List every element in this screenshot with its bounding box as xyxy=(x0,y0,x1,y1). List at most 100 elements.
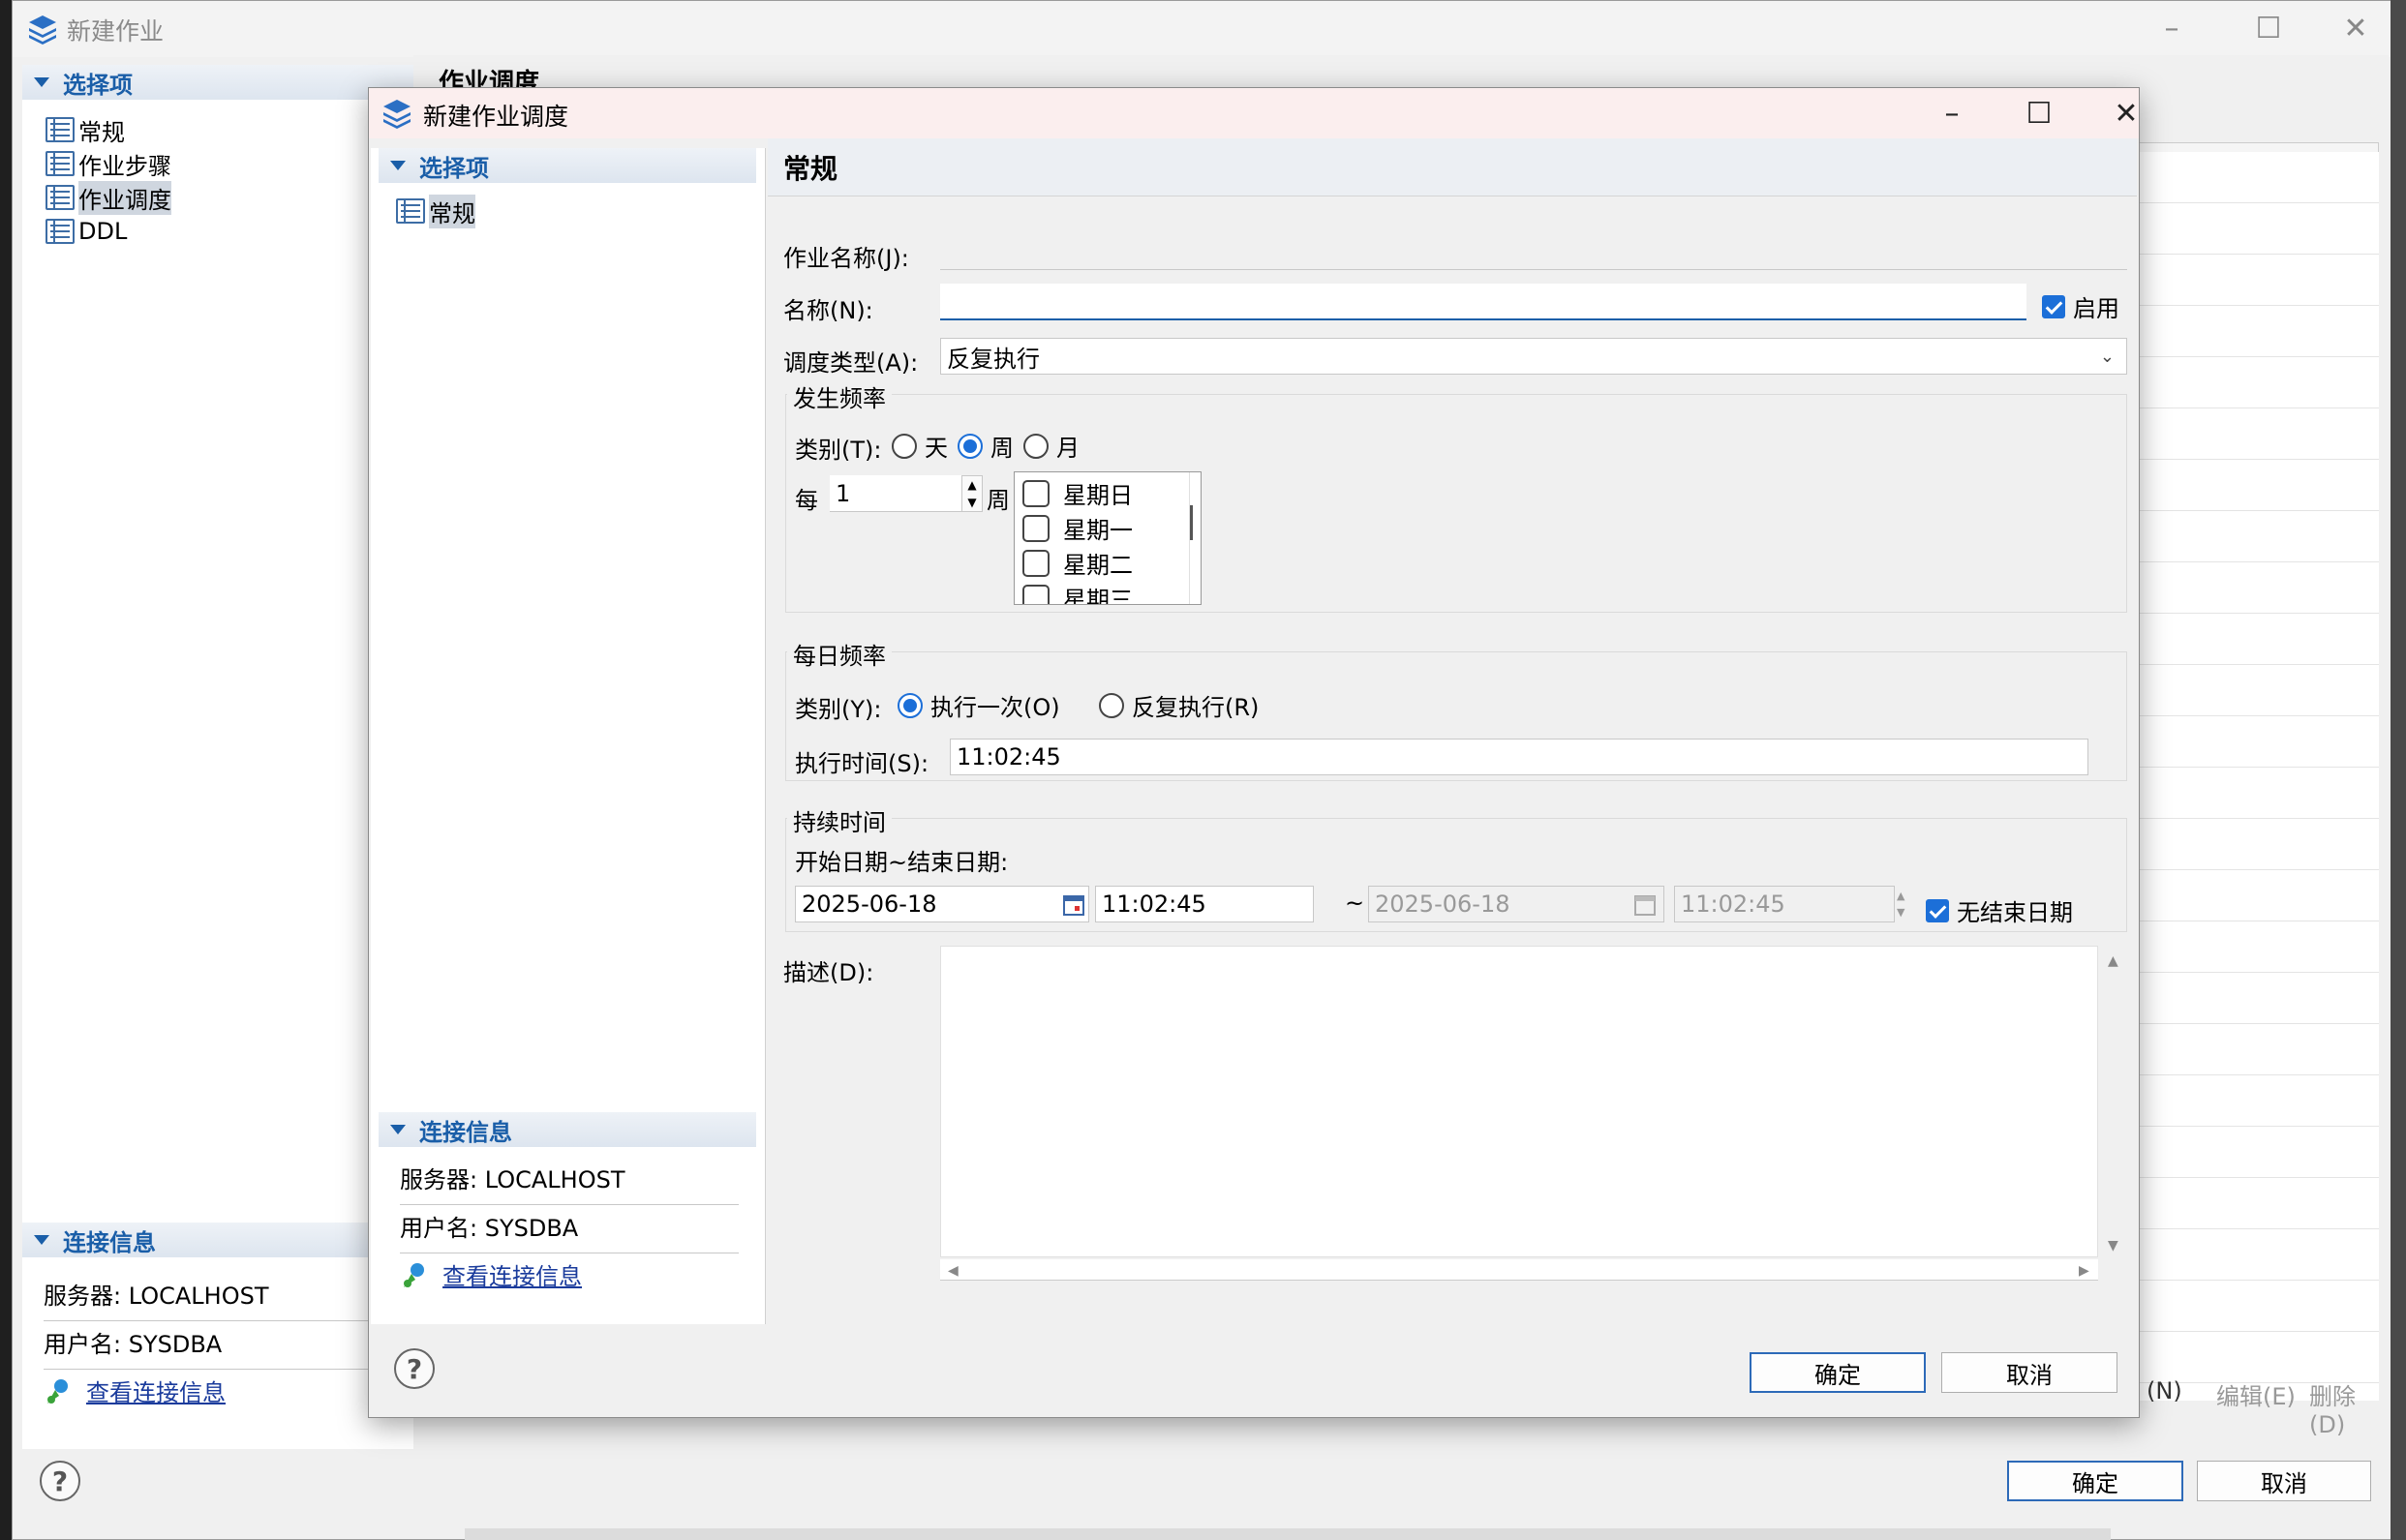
tilde-label: ~ xyxy=(1345,890,1365,917)
app-logo-icon xyxy=(383,100,411,129)
start-date-input[interactable]: 2025-06-18 xyxy=(795,886,1089,922)
outer-tree-item-steps[interactable]: 作业步骤 xyxy=(46,147,171,180)
collapse-triangle-icon xyxy=(34,1235,49,1245)
calendar-icon xyxy=(1634,895,1656,916)
daily-option-once[interactable]: 执行一次(O) xyxy=(898,688,1060,722)
outer-view-conn-link[interactable]: 查看连接信息 xyxy=(44,1374,226,1407)
outer-tree-item-schedule[interactable]: 作业调度 xyxy=(46,180,171,215)
every-unit-label: 周 xyxy=(987,487,1010,514)
horizontal-scrollbar[interactable] xyxy=(940,1259,2098,1281)
section-title-bar: 常规 xyxy=(768,138,2137,196)
name-input[interactable] xyxy=(940,284,2026,320)
app-logo-icon xyxy=(29,15,56,45)
end-date-input: 2025-06-18 xyxy=(1368,886,1664,922)
outer-conn-header[interactable]: 连接信息 xyxy=(22,1223,413,1257)
radio-selected-icon xyxy=(958,433,983,459)
dialog-close-button[interactable]: ✕ xyxy=(2092,90,2160,136)
daily-group-title: 每日频率 xyxy=(787,637,892,671)
minimize-button[interactable]: – xyxy=(2143,5,2201,51)
exec-time-input[interactable]: 11:02:45 xyxy=(950,739,2088,775)
frequency-option-day[interactable]: 天 xyxy=(892,429,948,463)
calendar-icon[interactable] xyxy=(1062,893,1085,917)
outer-tree-item-ddl[interactable]: DDL xyxy=(46,215,127,248)
daily-option-repeat[interactable]: 反复执行(R) xyxy=(1099,688,1259,722)
scroll-up-icon[interactable]: ▲ xyxy=(2108,953,2118,969)
scroll-right-icon[interactable]: ▶ xyxy=(2079,1263,2089,1279)
every-label: 每 xyxy=(795,487,818,514)
start-time-input[interactable]: 11:02:45 xyxy=(1095,886,1314,922)
grid-new-button[interactable]: (N) xyxy=(2147,1377,2182,1404)
checkbox-checked-icon xyxy=(1926,898,1949,922)
name-label: 名称(N): xyxy=(783,297,873,324)
outer-tree-item-general[interactable]: 常规 xyxy=(46,113,125,146)
description-label: 描述(D): xyxy=(783,959,874,986)
exec-time-label: 执行时间(S): xyxy=(795,750,929,777)
scroll-down-icon[interactable]: ▼ xyxy=(2108,1238,2118,1253)
frequency-option-month[interactable]: 月 xyxy=(1023,429,1080,463)
radio-icon xyxy=(892,433,917,459)
outer-window-title: 新建作业 xyxy=(67,17,165,45)
weekday-wednesday[interactable]: 星期三 xyxy=(1022,581,1133,604)
desktop-edge-bottom xyxy=(465,1528,2111,1540)
outer-left-panel: 选择项 常规 作业步骤 作业调度 DDL 连接信息 服务器: LOCALHOST… xyxy=(22,65,413,1449)
dialog-title: 新建作业调度 xyxy=(423,103,569,131)
job-name-label: 作业名称(J): xyxy=(783,245,909,272)
chevron-down-icon: ⌄ xyxy=(2099,346,2115,367)
checkbox-icon xyxy=(1022,514,1050,542)
frequency-group-title: 发生频率 xyxy=(787,379,892,413)
dialog-tree-item-general[interactable]: 常规 xyxy=(396,194,475,228)
dialog-ok-button[interactable]: 确定 xyxy=(1750,1352,1926,1393)
dialog-conn-header[interactable]: 连接信息 xyxy=(379,1112,756,1147)
schedule-type-select[interactable]: 反复执行 ⌄ xyxy=(940,338,2127,375)
description-textarea[interactable] xyxy=(940,946,2098,1257)
dialog-cancel-button[interactable]: 取消 xyxy=(1941,1352,2117,1393)
scroll-left-icon[interactable]: ◀ xyxy=(948,1263,959,1279)
connection-icon xyxy=(47,1378,68,1404)
schedule-grid xyxy=(2137,152,2379,1401)
spinner-arrows-icon[interactable]: ▲ ▼ xyxy=(961,475,983,512)
desktop-edge-right xyxy=(2391,0,2406,1540)
dialog-tree-header[interactable]: 选择项 xyxy=(379,148,756,183)
end-time-spinner-icon: ▲ ▼ xyxy=(1897,890,1905,919)
radio-icon xyxy=(1099,692,1124,718)
weekday-sunday[interactable]: 星期日 xyxy=(1022,476,1133,510)
close-button[interactable]: ✕ xyxy=(2327,5,2385,51)
checkbox-icon xyxy=(1022,549,1050,577)
page-icon xyxy=(46,151,75,176)
dialog-maximize-button[interactable]: ☐ xyxy=(2005,90,2073,136)
collapse-triangle-icon xyxy=(390,161,406,170)
page-icon xyxy=(46,185,75,210)
checkbox-icon xyxy=(1022,584,1050,604)
outer-server-label: 服务器: LOCALHOST xyxy=(44,1277,402,1321)
outer-cancel-button[interactable]: 取消 xyxy=(2197,1461,2371,1501)
schedule-dialog: 新建作业调度 – ☐ ✕ 选择项 常规 连接信息 服务器: LOCALHOST … xyxy=(368,87,2140,1418)
frequency-type-label: 类别(T): xyxy=(795,437,882,464)
frequency-option-week[interactable]: 周 xyxy=(958,429,1014,463)
desktop-edge xyxy=(0,0,12,1540)
outer-tree-header[interactable]: 选择项 xyxy=(22,65,413,100)
weekday-tuesday[interactable]: 星期二 xyxy=(1022,546,1133,580)
dialog-view-conn-link[interactable]: 查看连接信息 xyxy=(400,1257,582,1291)
weekday-monday[interactable]: 星期一 xyxy=(1022,511,1133,545)
page-icon xyxy=(396,198,425,224)
radio-icon xyxy=(1023,433,1049,459)
no-end-date-checkbox[interactable]: 无结束日期 xyxy=(1926,893,2073,927)
section-title: 常规 xyxy=(783,153,838,185)
dialog-help-icon[interactable]: ? xyxy=(394,1348,435,1389)
every-spinner[interactable]: 1 xyxy=(830,475,983,512)
grid-delete-button[interactable]: 删除(D) xyxy=(2309,1377,2389,1438)
page-icon xyxy=(46,219,75,244)
outer-help-icon[interactable]: ? xyxy=(40,1461,80,1501)
weekday-list[interactable]: 星期日 星期一 星期二 星期三 xyxy=(1014,471,1202,605)
checkbox-checked-icon xyxy=(2042,294,2065,318)
maximize-button[interactable]: ☐ xyxy=(2239,5,2298,51)
outer-ok-button[interactable]: 确定 xyxy=(2007,1461,2183,1501)
job-name-field xyxy=(940,233,2127,270)
checkbox-icon xyxy=(1022,479,1050,507)
radio-selected-icon xyxy=(898,692,923,718)
dialog-server-label: 服务器: LOCALHOST xyxy=(400,1161,739,1205)
grid-edit-button[interactable]: 编辑(E) xyxy=(2216,1377,2296,1411)
outer-username-label: 用户名: SYSDBA xyxy=(44,1325,402,1370)
enabled-checkbox[interactable]: 启用 xyxy=(2042,289,2119,323)
dialog-minimize-button[interactable]: – xyxy=(1918,90,1986,136)
